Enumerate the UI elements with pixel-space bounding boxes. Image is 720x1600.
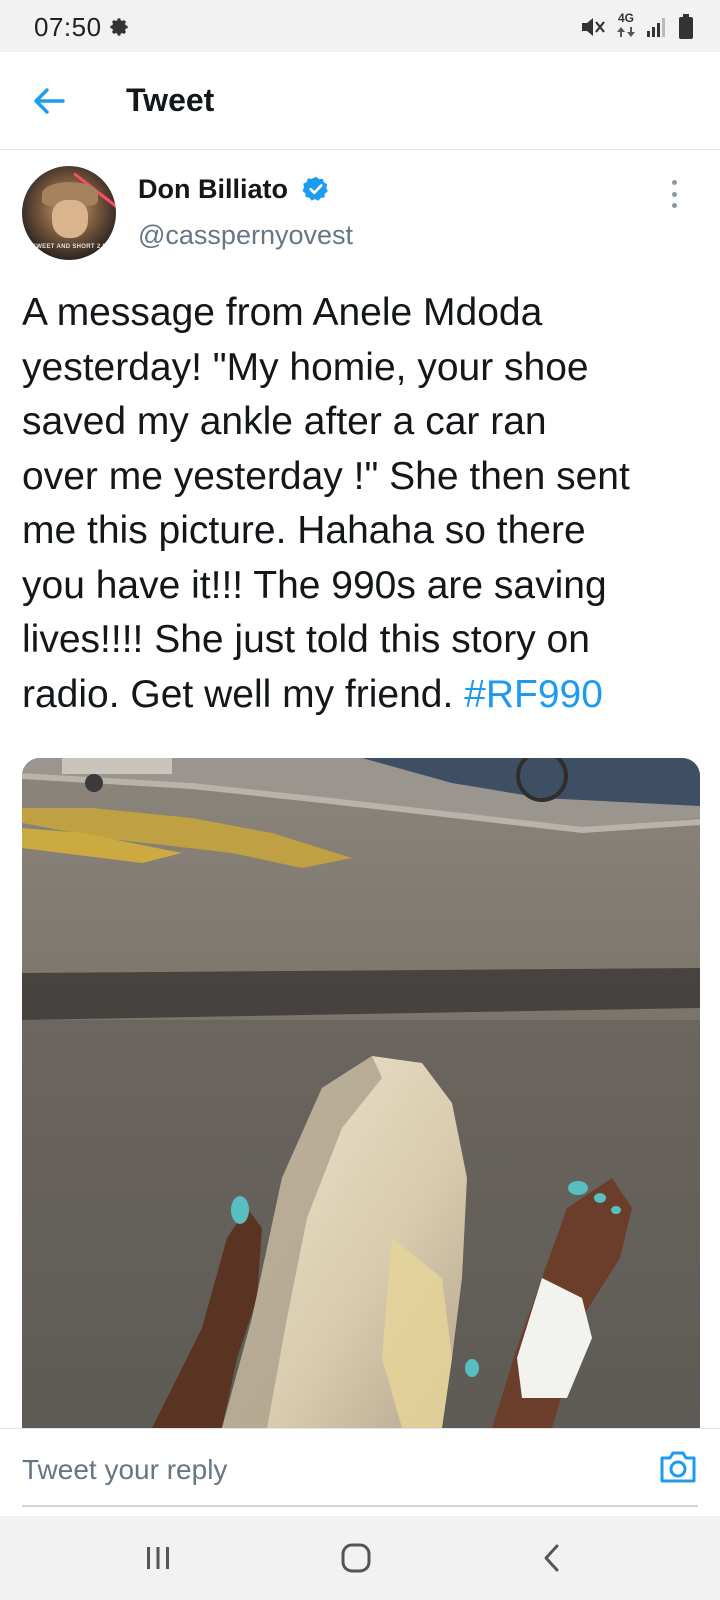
author-handle[interactable]: @casspernyovest xyxy=(138,220,353,251)
nav-back-button[interactable] xyxy=(522,1536,582,1580)
foot-in-sneaker-photo xyxy=(22,758,700,1428)
status-bar: 07:50 4G xyxy=(0,0,720,52)
reply-input[interactable] xyxy=(22,1447,622,1493)
status-icons: 4G xyxy=(580,12,694,42)
page-title: Tweet xyxy=(126,82,215,118)
recent-apps-button[interactable] xyxy=(128,1536,188,1580)
battery-icon xyxy=(679,14,693,39)
tweet-photo[interactable] xyxy=(22,758,700,1428)
app-header: Tweet xyxy=(0,52,720,150)
hashtag-link[interactable]: #RF990 xyxy=(464,673,603,716)
network-indicator: 4G xyxy=(616,12,636,42)
tweet-text: A message from Anele Mdoda yesterday! "M… xyxy=(22,286,702,722)
more-options-button[interactable] xyxy=(660,176,688,212)
network-label: 4G xyxy=(617,11,634,25)
home-button[interactable] xyxy=(326,1536,386,1580)
arrow-left-icon xyxy=(34,88,65,114)
avatar-caption: SWEET AND SHORT 2.0 xyxy=(31,244,107,250)
back-icon xyxy=(544,1544,559,1572)
more-dot xyxy=(671,180,677,185)
verified-badge-icon xyxy=(302,176,328,201)
gear-icon xyxy=(110,18,128,36)
data-arrows-icon xyxy=(617,27,635,37)
mute-icon xyxy=(582,18,605,36)
system-navigation-bar xyxy=(0,1516,720,1600)
camera-icon[interactable] xyxy=(656,1445,700,1489)
more-dot xyxy=(671,203,677,208)
more-dot xyxy=(671,191,677,197)
reply-underline xyxy=(22,1505,698,1507)
back-button[interactable] xyxy=(26,78,72,124)
recent-apps-icon xyxy=(147,1547,169,1569)
status-time: 07:50 xyxy=(34,12,102,42)
avatar-decoration xyxy=(52,200,88,238)
reply-bar xyxy=(0,1428,720,1516)
author-display-name[interactable]: Don Billiato xyxy=(138,174,288,205)
avatar[interactable]: SWEET AND SHORT 2.0 xyxy=(22,166,116,260)
signal-icon xyxy=(647,18,665,37)
tweet-body: A message from Anele Mdoda yesterday! "M… xyxy=(22,291,630,716)
home-icon xyxy=(341,1543,371,1573)
